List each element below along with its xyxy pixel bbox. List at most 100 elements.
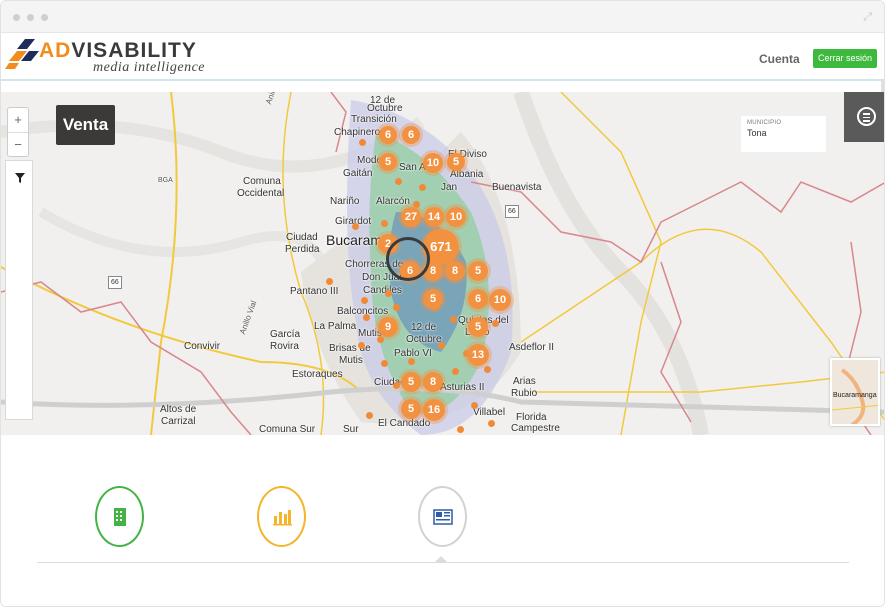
map-place-label: Mutis (339, 355, 363, 366)
zoom-control: + − (7, 107, 29, 157)
minimap[interactable]: Bucaramanga (830, 358, 880, 426)
window-dot-minimize[interactable] (27, 14, 34, 21)
map-place-label: Comuna (243, 176, 281, 187)
map-place-label: Nariño (330, 196, 360, 207)
map-view[interactable]: 12 de Octubre Transición Chapinero El Di… (1, 92, 884, 435)
map-cluster-marker[interactable]: 16 (423, 399, 445, 421)
map-place-label: Florida (516, 412, 547, 423)
map-cluster-marker[interactable]: 13 (467, 344, 489, 366)
account-link[interactable]: Cuenta (759, 52, 800, 66)
map-cluster-marker[interactable]: 14 (424, 207, 444, 227)
tab-news[interactable] (418, 486, 467, 547)
map-point[interactable] (452, 368, 459, 375)
map-point[interactable] (488, 420, 495, 427)
map-point[interactable] (438, 342, 445, 349)
map-point[interactable] (492, 320, 499, 327)
map-place-label: Occidental (237, 188, 285, 199)
map-point[interactable] (395, 178, 402, 185)
map-point[interactable] (366, 412, 373, 419)
map-point[interactable] (450, 316, 457, 323)
map-place-label: 12 de (411, 322, 437, 333)
map-point[interactable] (359, 139, 366, 146)
expand-icon[interactable]: ⤢ (863, 11, 872, 24)
map-place-label: Asdeflor II (509, 342, 555, 353)
map-cluster-marker[interactable]: 27 (401, 207, 421, 227)
active-tab-caret (435, 556, 447, 562)
map-place-label: Transición (351, 114, 397, 125)
building-icon (114, 508, 126, 526)
map-point[interactable] (471, 402, 478, 409)
map-place-label: Jan (441, 182, 458, 193)
map-point[interactable] (457, 426, 464, 433)
filter-icon[interactable] (15, 173, 25, 183)
tab-buildings[interactable] (95, 486, 144, 547)
zoom-in-button[interactable]: + (8, 108, 28, 132)
map-place-label: Gaitán (343, 168, 373, 179)
logout-button[interactable]: Cerrar sesión (813, 49, 878, 68)
map-point[interactable] (326, 278, 333, 285)
map-point[interactable] (381, 360, 388, 367)
map-cluster-marker[interactable]: 10 (446, 207, 466, 227)
map-place-label: Octubre (406, 334, 442, 345)
map-point[interactable] (381, 220, 388, 227)
map-point[interactable] (393, 382, 400, 389)
map-point[interactable] (484, 366, 491, 373)
tabs-divider (37, 562, 849, 563)
browser-window: ⤢ ADVISABILITY media intelligence Cuenta… (0, 0, 885, 607)
map-point[interactable] (385, 290, 392, 297)
map-cluster-marker[interactable]: 9 (378, 317, 398, 337)
map-place-label: Arias (513, 376, 536, 387)
map-city-label: Bucaram (326, 232, 383, 248)
map-cluster-marker[interactable]: 5 (468, 317, 488, 337)
map-place-label: Octubre (367, 103, 403, 114)
map-place-label: Candiles (363, 285, 402, 296)
map-airport-label: BGA (158, 177, 173, 184)
map-cluster-marker[interactable]: 5 (423, 289, 443, 309)
map-cluster-marker[interactable]: 8 (445, 261, 465, 281)
mode-badge: Venta (56, 105, 115, 145)
zoom-out-button[interactable]: − (8, 132, 28, 156)
map-point[interactable] (377, 336, 384, 343)
map-cluster-marker[interactable]: 5 (401, 399, 421, 419)
map-cluster-marker[interactable]: 5 (401, 372, 421, 392)
filter-panel[interactable] (5, 160, 33, 420)
map-cluster-marker[interactable]: 8 (423, 372, 443, 392)
map-cluster-marker[interactable]: 6 (468, 289, 488, 309)
map-point[interactable] (363, 314, 370, 321)
map-place-label: San A (399, 162, 426, 173)
map-place-label: Convivir (184, 341, 221, 352)
dashboard-tabs (1, 435, 884, 606)
map-place-label: Chapinero (334, 127, 381, 138)
municipio-info-box: MUNICIPIO Tona (741, 116, 826, 152)
selected-cluster-ring (386, 237, 430, 281)
window-dot-close[interactable] (13, 14, 20, 21)
map-cluster-marker[interactable]: 10 (423, 153, 443, 173)
layers-menu-button[interactable] (844, 92, 884, 142)
window-dot-maximize[interactable] (41, 14, 48, 21)
road-shield-label: 66 (108, 276, 122, 289)
map-point[interactable] (408, 358, 415, 365)
map-cluster-marker[interactable]: 5 (447, 153, 465, 171)
map-cluster-marker[interactable]: 5 (379, 153, 397, 171)
map-point[interactable] (419, 184, 426, 191)
bar-chart-icon (273, 510, 292, 526)
map-place-label: La Palma (314, 321, 357, 332)
map-cluster-marker[interactable]: 6 (402, 126, 420, 144)
map-cluster-marker[interactable]: 6 (379, 126, 397, 144)
map-point[interactable] (358, 342, 365, 349)
map-place-label: Rovira (270, 341, 299, 352)
newspaper-icon (433, 509, 453, 525)
map-place-label: Ciudad (286, 232, 318, 243)
map-point[interactable] (361, 297, 368, 304)
tab-statistics[interactable] (257, 486, 306, 547)
map-place-label: García (270, 329, 301, 340)
map-place-label: Alarcón (376, 196, 410, 207)
map-cluster-marker[interactable]: 10 (489, 289, 511, 311)
map-point[interactable] (352, 223, 359, 230)
map-place-label: Sur (343, 424, 359, 435)
minimap-label: Bucaramanga (833, 392, 877, 399)
map-cluster-marker[interactable]: 5 (468, 261, 488, 281)
map-point[interactable] (393, 304, 400, 311)
map-place-label: Asturias II (440, 382, 485, 393)
municipio-value: Tona (747, 128, 767, 138)
